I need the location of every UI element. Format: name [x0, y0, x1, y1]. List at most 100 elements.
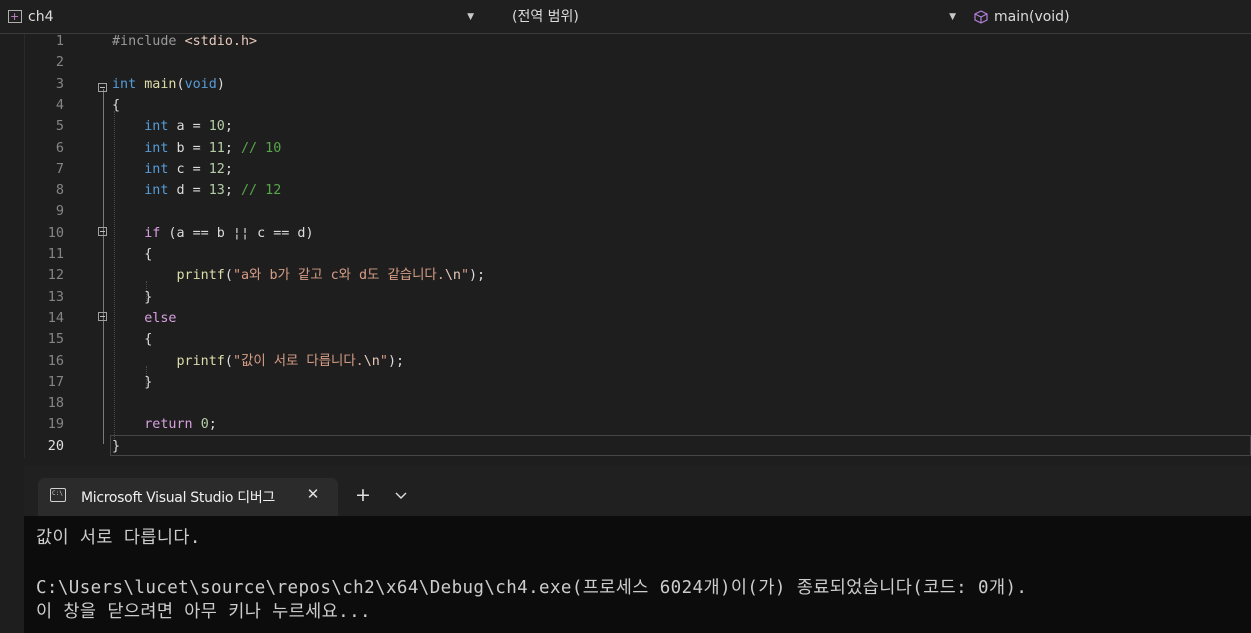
line-number: 7 — [55, 160, 64, 177]
scope-dropdown[interactable]: (전역 범위) ▼ — [488, 5, 964, 29]
member-dropdown[interactable]: main(void) — [970, 5, 1251, 29]
code-line[interactable]: 9 — [0, 201, 1251, 222]
code-line[interactable]: 2 — [0, 52, 1251, 73]
new-tab-button[interactable]: + — [351, 482, 375, 508]
indent-guide — [146, 281, 147, 301]
member-label: main(void) — [994, 9, 1070, 25]
line-number: 4 — [55, 96, 64, 113]
line-number: 9 — [55, 203, 64, 220]
navigation-bar: ch4 ▼ (전역 범위) ▼ main(void) — [0, 0, 1251, 34]
line-number: 12 — [47, 267, 64, 284]
code-token: { — [112, 332, 153, 348]
code-token: 13 — [208, 183, 225, 199]
code-token: " — [460, 268, 469, 284]
line-number: 17 — [47, 373, 64, 390]
code-line[interactable]: 6 int b = 11; // 10 — [0, 138, 1251, 159]
debug-console-window[interactable]: Microsoft Visual Studio 디버그 ✕ + 값이 서로 다릅… — [24, 466, 1251, 633]
code-line[interactable]: 11 { — [0, 244, 1251, 265]
code-text: int c = 12; — [112, 159, 233, 180]
code-line[interactable]: 13 } — [0, 287, 1251, 308]
code-text: else — [112, 308, 176, 329]
close-icon[interactable]: ✕ — [302, 482, 324, 506]
code-text: return 0; — [112, 414, 217, 435]
code-token: ; — [224, 183, 241, 199]
code-line[interactable]: 17 } — [0, 372, 1251, 393]
code-token: // 12 — [241, 183, 282, 199]
indent-guide — [146, 366, 147, 386]
code-token: ( — [224, 268, 233, 284]
code-token: ); — [387, 353, 405, 369]
code-token: printf — [176, 353, 225, 369]
code-token: 11 — [208, 140, 225, 156]
code-token: int — [144, 119, 169, 135]
collapse-icon[interactable] — [98, 83, 107, 92]
code-token: \n — [444, 268, 461, 284]
code-line[interactable]: 1 #include <stdio.h> — [0, 34, 1251, 52]
line-number: 2 — [55, 54, 64, 71]
indent-guide — [114, 111, 115, 439]
code-line[interactable]: 4{ — [0, 95, 1251, 116]
code-text: int b = 11; // 10 — [112, 138, 281, 159]
code-token: a = — [168, 119, 209, 135]
cube-icon — [974, 10, 988, 24]
code-editor[interactable]: 1 #include <stdio.h> 2 3 int main(void) 4{5 i… — [0, 34, 1251, 458]
code-line[interactable]: 7 int c = 12; — [0, 159, 1251, 180]
code-text: int main(void) — [112, 74, 225, 95]
code-line[interactable]: 16 printf("값이 서로 다릅니다.\n"); — [0, 351, 1251, 372]
code-text: printf("a와 b가 같고 c와 d도 같습니다.\n"); — [112, 265, 486, 286]
code-token: <stdio.h> — [184, 34, 258, 49]
code-line[interactable]: 8 int d = 13; // 12 — [0, 180, 1251, 201]
chevron-down-icon[interactable] — [389, 482, 413, 508]
code-token: (a == b ¦¦ c == d) — [160, 225, 314, 241]
code-line[interactable]: 15 { — [0, 329, 1251, 350]
line-number: 19 — [47, 416, 64, 433]
code-token: ; — [224, 161, 233, 177]
scope-label: (전역 범위) — [512, 9, 579, 25]
code-token: ; — [224, 140, 241, 156]
code-token: ; — [208, 417, 217, 433]
code-token: int — [144, 140, 169, 156]
code-token: ); — [469, 268, 486, 284]
code-line[interactable]: 14 else — [0, 308, 1251, 329]
line-number: 20 — [47, 437, 64, 454]
code-token: if — [144, 225, 161, 241]
code-line[interactable]: 18 — [0, 393, 1251, 414]
code-text: printf("값이 서로 다릅니다.\n"); — [112, 351, 405, 372]
collapse-icon[interactable] — [98, 227, 107, 236]
line-number: 11 — [47, 246, 64, 262]
code-text: { — [112, 329, 152, 350]
code-line[interactable]: 10 if (a == b ¦¦ c == d) — [0, 223, 1251, 244]
terminal-tab-label: Microsoft Visual Studio 디버그 — [81, 490, 275, 506]
code-line[interactable]: 3 int main(void) — [0, 74, 1251, 95]
code-token: #include — [112, 34, 185, 49]
line-number: 14 — [47, 309, 64, 326]
line-number: 8 — [55, 182, 64, 199]
code-token: " — [379, 353, 388, 369]
line-number: 16 — [47, 352, 64, 369]
code-token: 12 — [208, 161, 225, 177]
code-token: printf — [176, 268, 225, 284]
code-text: int d = 13; // 12 — [112, 180, 281, 201]
code-token: d = — [168, 183, 209, 199]
code-line[interactable]: 5 int a = 10; — [0, 116, 1251, 137]
terminal-line: C:\Users\lucet\source\repos\ch2\x64\Debu… — [36, 578, 1028, 598]
terminal-output[interactable]: 값이 서로 다릅니다. C:\Users\lucet\source\repos\… — [24, 516, 1251, 633]
code-token: "a와 b가 같고 c와 d도 같습니다. — [232, 268, 445, 284]
code-token: void — [184, 76, 217, 92]
project-dropdown[interactable]: ch4 ▼ — [4, 5, 482, 29]
code-token: b = — [168, 140, 209, 156]
code-line[interactable]: 19 return 0; — [0, 414, 1251, 435]
code-line[interactable]: 12 printf("a와 b가 같고 c와 d도 같습니다.\n"); — [0, 265, 1251, 286]
caret-down-icon: ▼ — [467, 12, 474, 22]
collapse-icon[interactable] — [98, 312, 107, 321]
code-token: int — [144, 161, 169, 177]
project-icon — [8, 5, 22, 29]
terminal-tab[interactable]: Microsoft Visual Studio 디버그 ✕ — [38, 478, 338, 516]
